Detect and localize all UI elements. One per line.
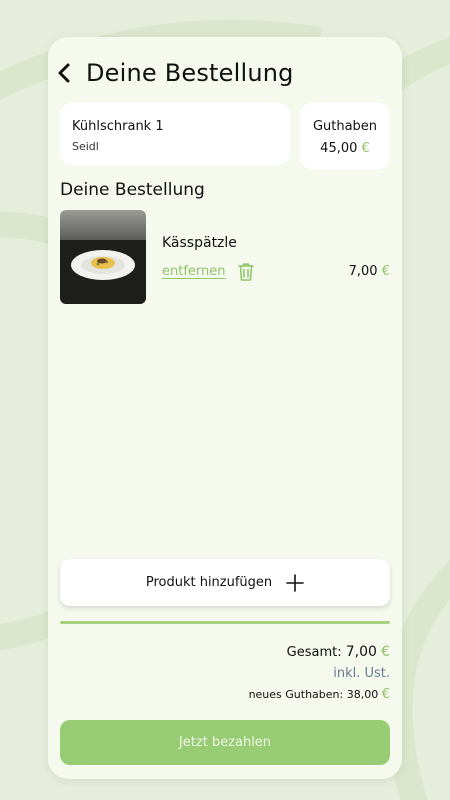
- fridge-name: Kühlschrank 1: [72, 119, 164, 134]
- plus-icon: [286, 573, 304, 592]
- balance-currency: €: [361, 141, 370, 156]
- balance-amount: 45,00: [320, 141, 358, 156]
- fridge-panel: Kühlschrank 1 Seidl: [60, 103, 290, 165]
- new-balance-currency: €: [381, 687, 390, 702]
- product-image: [60, 210, 146, 304]
- add-product-button[interactable]: Produkt hinzufügen: [60, 559, 390, 606]
- total-label: Gesamt:: [286, 645, 342, 660]
- new-balance-line: neues Guthaben: 38,00 €: [249, 687, 390, 702]
- order-section-title: Deine Bestellung: [60, 180, 205, 200]
- product-name: Kässpätzle: [162, 235, 237, 251]
- tax-note: inkl. Ust.: [333, 666, 390, 681]
- total-line: Gesamt: 7,00 €: [287, 644, 390, 660]
- summary-divider: [60, 621, 390, 624]
- page-header: Deine Bestellung: [56, 55, 294, 91]
- pay-now-button[interactable]: Jetzt bezahlen: [60, 720, 390, 765]
- fridge-location: Seidl: [72, 140, 99, 153]
- total-amount: 7,00: [345, 644, 377, 660]
- total-currency: €: [381, 644, 390, 660]
- product-price: 7,00 €: [349, 264, 390, 279]
- chevron-left-icon: [58, 63, 70, 83]
- add-product-label: Produkt hinzufügen: [145, 575, 273, 590]
- trash-icon[interactable]: [237, 262, 255, 282]
- product-price-currency: €: [381, 264, 390, 279]
- page-title: Deine Bestellung: [86, 59, 294, 87]
- balance-panel: Guthaben 45,00 €: [300, 103, 390, 169]
- remove-item-link[interactable]: entfernen: [162, 264, 226, 279]
- product-price-amount: 7,00: [348, 264, 378, 279]
- balance-label: Guthaben: [312, 119, 378, 134]
- back-button[interactable]: [56, 60, 78, 86]
- balance-value: 45,00 €: [300, 141, 390, 156]
- pay-now-label: Jetzt bezahlen: [178, 735, 272, 750]
- new-balance-amount: 38,00: [346, 688, 379, 701]
- new-balance-label: neues Guthaben:: [248, 688, 344, 701]
